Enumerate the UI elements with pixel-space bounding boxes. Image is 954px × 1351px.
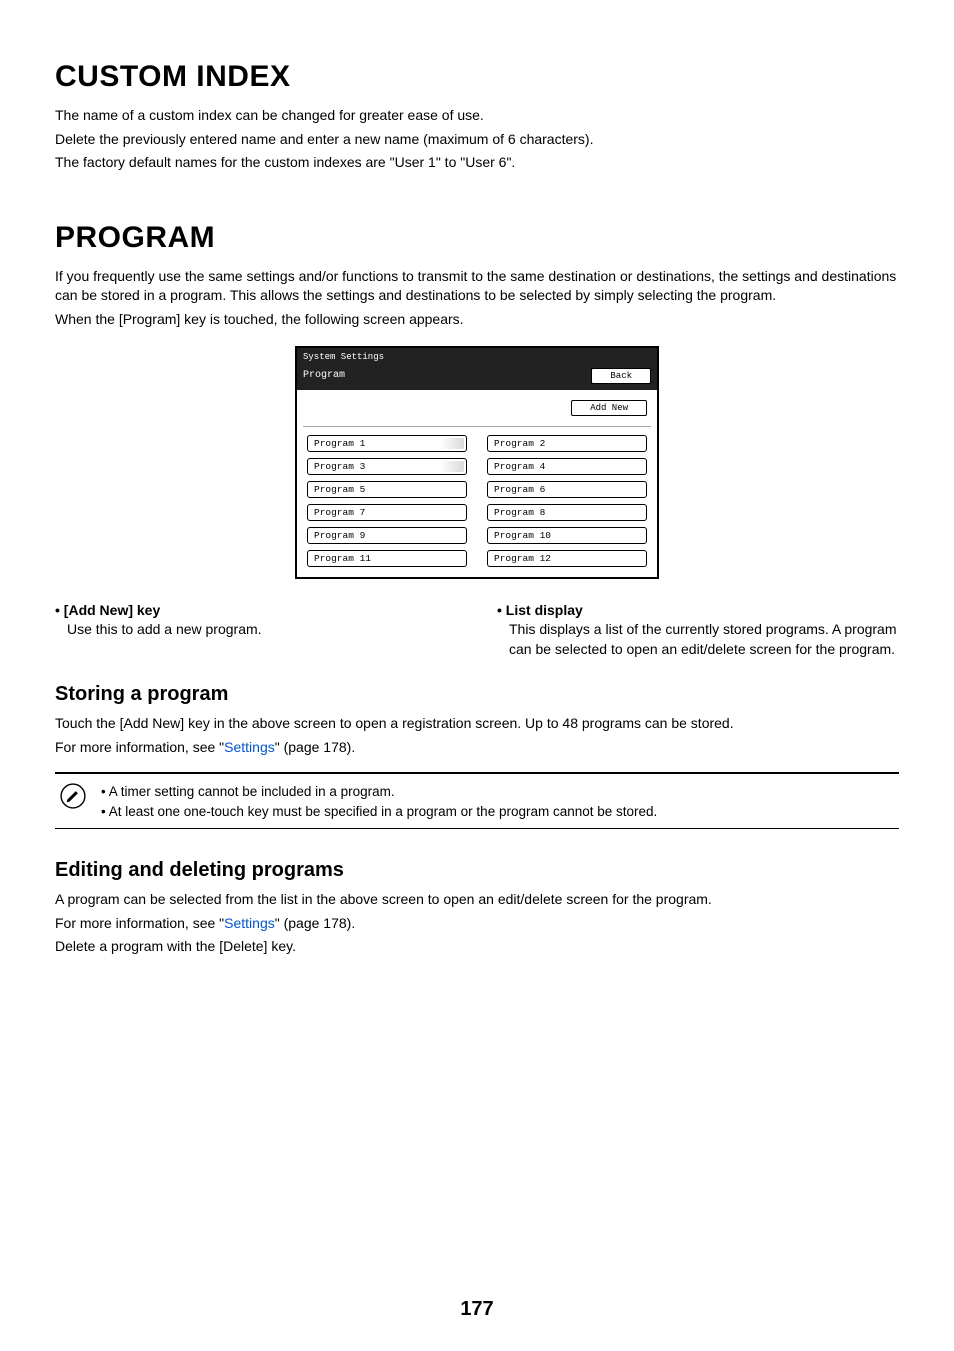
program-list: Program 1 Program 2 Program 3 Program 4 … bbox=[297, 427, 657, 577]
storing-p2-post: " (page 178). bbox=[275, 739, 355, 755]
program-item[interactable]: Program 4 bbox=[487, 458, 647, 475]
heading-custom-index: CUSTOM INDEX bbox=[55, 60, 899, 94]
editing-p2-post: " (page 178). bbox=[275, 915, 355, 931]
bullet-addnew-body: Use this to add a new program. bbox=[67, 620, 457, 640]
program-item[interactable]: Program 10 bbox=[487, 527, 647, 544]
program-item[interactable]: Program 5 bbox=[307, 481, 467, 498]
bullet-list-title: • List display bbox=[497, 601, 899, 621]
add-new-button[interactable]: Add New bbox=[571, 400, 647, 416]
program-intro1: If you frequently use the same settings … bbox=[55, 267, 899, 306]
custom-index-p3: The factory default names for the custom… bbox=[55, 153, 899, 173]
program-item[interactable]: Program 11 bbox=[307, 550, 467, 567]
bullet-addnew-title: • [Add New] key bbox=[55, 601, 457, 621]
screen-subtitle: Program bbox=[303, 370, 345, 381]
editing-p3: Delete a program with the [Delete] key. bbox=[55, 937, 899, 957]
program-item[interactable]: Program 1 bbox=[307, 435, 467, 452]
storing-p1: Touch the [Add New] key in the above scr… bbox=[55, 714, 899, 734]
program-item[interactable]: Program 12 bbox=[487, 550, 647, 567]
custom-index-p2: Delete the previously entered name and e… bbox=[55, 130, 899, 150]
editing-p2: For more information, see "Settings" (pa… bbox=[55, 914, 899, 934]
heading-storing: Storing a program bbox=[55, 683, 899, 706]
note-line2: • At least one one-touch key must be spe… bbox=[101, 802, 657, 822]
program-item[interactable]: Program 7 bbox=[307, 504, 467, 521]
program-item[interactable]: Program 9 bbox=[307, 527, 467, 544]
screen-title: System Settings bbox=[297, 348, 657, 366]
program-item[interactable]: Program 2 bbox=[487, 435, 647, 452]
heading-program: PROGRAM bbox=[55, 221, 899, 255]
storing-p2-pre: For more information, see " bbox=[55, 739, 224, 755]
program-item[interactable]: Program 8 bbox=[487, 504, 647, 521]
program-screen: System Settings Program Back Add New Pro… bbox=[295, 346, 659, 579]
link-settings[interactable]: Settings bbox=[224, 739, 275, 755]
custom-index-p1: The name of a custom index can be change… bbox=[55, 106, 899, 126]
bullet-list-body: This displays a list of the currently st… bbox=[509, 620, 899, 659]
note-line1: • A timer setting cannot be included in … bbox=[101, 782, 657, 802]
program-item[interactable]: Program 3 bbox=[307, 458, 467, 475]
bullet-right: • List display This displays a list of t… bbox=[497, 601, 899, 660]
page-number: 177 bbox=[0, 1298, 954, 1321]
program-intro2: When the [Program] key is touched, the f… bbox=[55, 310, 899, 330]
link-settings[interactable]: Settings bbox=[224, 915, 275, 931]
heading-editing: Editing and deleting programs bbox=[55, 859, 899, 882]
back-button[interactable]: Back bbox=[591, 368, 651, 384]
note-box: • A timer setting cannot be included in … bbox=[55, 772, 899, 830]
pencil-note-icon bbox=[59, 782, 87, 810]
storing-p2: For more information, see "Settings" (pa… bbox=[55, 738, 899, 758]
editing-p1: A program can be selected from the list … bbox=[55, 890, 899, 910]
bullet-left: • [Add New] key Use this to add a new pr… bbox=[55, 601, 457, 660]
program-item[interactable]: Program 6 bbox=[487, 481, 647, 498]
editing-p2-pre: For more information, see " bbox=[55, 915, 224, 931]
